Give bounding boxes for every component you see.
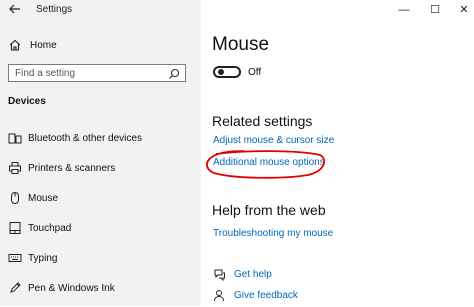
link-adjust-mouse-cursor-size[interactable]: Adjust mouse & cursor size [213,135,334,146]
sidebar-item-label: Touchpad [28,222,72,234]
sidebar-item-label: Printers & scanners [28,162,116,174]
search-input[interactable]: Find a setting [8,64,186,82]
window-title: Settings [36,4,73,15]
help-heading: Help from the web [212,202,326,218]
sidebar: Settings Home Find a setting Devices Blu… [0,0,202,306]
link-additional-mouse-options[interactable]: Additional mouse options [213,157,325,168]
give-feedback-label: Give feedback [234,289,298,301]
bluetooth-devices-icon [8,131,22,145]
sidebar-item-label: Typing [28,252,58,264]
printer-icon [8,161,22,175]
sidebar-item-mouse[interactable]: Mouse [0,188,200,208]
sidebar-item-pen[interactable]: Pen & Windows Ink [0,278,200,298]
sidebar-item-typing[interactable]: Typing [0,248,200,268]
section-title: Devices [8,96,46,107]
sidebar-item-printers[interactable]: Printers & scanners [0,158,200,178]
sidebar-item-label: Pen & Windows Ink [28,282,115,294]
sidebar-item-bluetooth[interactable]: Bluetooth & other devices [0,128,200,148]
keyboard-icon [8,251,22,265]
give-feedback-row[interactable]: Give feedback [213,287,298,303]
nav-home[interactable]: Home [8,37,188,53]
page-title: Mouse [212,34,270,55]
close-button[interactable]: ✕ [456,3,472,17]
toggle-state-label: Off [248,67,262,78]
pen-icon [8,281,22,295]
chat-help-icon [213,268,226,281]
touchpad-icon [8,221,22,235]
mouse-toggle-switch[interactable] [213,66,241,78]
get-help-row[interactable]: Get help [213,266,272,282]
related-settings-heading: Related settings [212,113,313,129]
get-help-label: Get help [234,268,272,280]
feedback-person-icon [213,289,226,302]
nav-home-label: Home [30,39,57,51]
sidebar-item-label: Bluetooth & other devices [28,132,142,144]
back-arrow-icon[interactable] [8,2,22,16]
sidebar-item-touchpad[interactable]: Touchpad [0,218,200,238]
link-troubleshooting-mouse[interactable]: Troubleshooting my mouse [213,228,333,239]
search-placeholder: Find a setting [15,68,76,79]
mouse-icon [8,191,22,205]
minimize-button[interactable]: — [396,3,412,17]
search-icon[interactable] [168,67,180,79]
sidebar-item-label: Mouse [28,192,59,204]
main-panel: — ☐ ✕ Mouse Off Related settings Adjust … [201,0,474,306]
home-icon [8,38,22,52]
toggle-knob [218,69,224,75]
maximize-button[interactable]: ☐ [427,3,443,17]
settings-window: Settings Home Find a setting Devices Blu… [0,0,474,306]
